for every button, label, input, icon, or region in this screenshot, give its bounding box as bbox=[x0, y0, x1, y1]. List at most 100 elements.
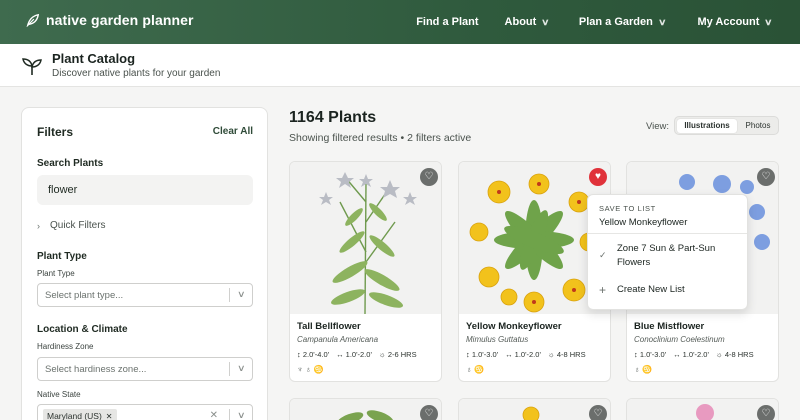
check-icon: ✓ bbox=[599, 250, 607, 260]
height-value: 2.0'-4.0' bbox=[302, 350, 330, 359]
nav-label: About bbox=[504, 16, 537, 28]
spread-value: 1.0'-2.0' bbox=[682, 350, 709, 359]
heart-icon[interactable]: ♥ bbox=[589, 168, 607, 186]
brand-name: native garden planner bbox=[46, 12, 194, 28]
plant-latin-name: Campanula Americana bbox=[297, 335, 379, 344]
spread-spec: ↔ 1.0'-2.0' bbox=[505, 350, 541, 359]
height-value: 1.0'-3.0' bbox=[639, 350, 667, 359]
plant-name: Blue Mistflower bbox=[634, 321, 705, 332]
height-icon: ↕ bbox=[466, 350, 470, 359]
plant-latin-name: Conoclinium Coelestinum bbox=[634, 335, 725, 344]
remove-chip-icon[interactable]: ✕ bbox=[106, 412, 113, 420]
native-state-select[interactable]: Maryland (US) ✕ ✕ ∨ bbox=[37, 404, 253, 420]
chevron-down-icon: ∨ bbox=[764, 16, 773, 27]
plant-card[interactable]: ♡ bbox=[626, 398, 779, 420]
plus-icon: + bbox=[599, 283, 607, 297]
hardiness-zone-select[interactable]: Select hardiness zone... ∨ bbox=[37, 357, 253, 381]
plant-specs: ↕ 1.0'-3.0' ↔ 1.0'-2.0' ☼ 4-8 HRS bbox=[466, 350, 586, 359]
clear-all-button[interactable]: Clear All bbox=[213, 126, 253, 137]
plant-count: 1164 Plants bbox=[289, 109, 377, 126]
plant-tags: ♁ ♋ bbox=[466, 365, 485, 374]
nav-plan-a-garden[interactable]: Plan a Garden ∨ bbox=[561, 16, 678, 28]
popup-heading: SAVE TO LIST bbox=[599, 204, 656, 213]
hardiness-label: Hardiness Zone bbox=[37, 342, 94, 351]
heart-icon[interactable]: ♡ bbox=[589, 405, 607, 420]
search-input[interactable]: flower bbox=[37, 175, 253, 205]
heart-icon[interactable]: ♡ bbox=[757, 168, 775, 186]
plant-type-label: Plant Type bbox=[37, 269, 75, 278]
popup-plant-name: Yellow Monkeyflower bbox=[599, 217, 688, 228]
list-name: Zone 7 Sun & Part-Sun Flowers bbox=[617, 243, 716, 268]
plant-illustration bbox=[290, 162, 441, 315]
sun-icon: ☼ bbox=[547, 350, 555, 359]
nav-label: My Account bbox=[697, 16, 760, 28]
plant-name: Yellow Monkeyflower bbox=[466, 321, 562, 332]
state-chip: Maryland (US) ✕ bbox=[43, 409, 117, 420]
nav-find-a-plant[interactable]: Find a Plant bbox=[404, 16, 492, 28]
plant-type-select[interactable]: Select plant type... ∨ bbox=[37, 283, 253, 307]
location-heading: Location & Climate bbox=[37, 324, 128, 335]
sun-icon: ☼ bbox=[715, 350, 723, 359]
spread-icon: ↔ bbox=[336, 350, 344, 359]
spread-spec: ↔ 1.0'-2.0' bbox=[336, 350, 372, 359]
nav-about[interactable]: About ∨ bbox=[493, 16, 561, 28]
sprout-icon bbox=[22, 58, 42, 75]
height-icon: ↕ bbox=[297, 350, 301, 359]
sun-spec: ☼ 4-8 HRS bbox=[716, 350, 754, 359]
clear-selection-icon[interactable]: ✕ bbox=[210, 410, 218, 420]
plant-illustration bbox=[459, 399, 610, 420]
brand-logo[interactable]: native garden planner bbox=[26, 12, 194, 28]
top-navbar: native garden planner Find a Plant About… bbox=[0, 0, 800, 44]
heart-icon[interactable]: ♡ bbox=[420, 168, 438, 186]
sun-icon: ☼ bbox=[378, 350, 386, 359]
state-chip-label: Maryland (US) bbox=[47, 411, 102, 420]
height-spec: ↕ 1.0'-3.0' bbox=[466, 350, 498, 359]
nav-label: Plan a Garden bbox=[578, 16, 653, 28]
plant-name: Tall Bellflower bbox=[297, 321, 361, 332]
plant-card[interactable]: ♡ bbox=[289, 398, 442, 420]
plant-illustration bbox=[290, 399, 441, 420]
chevron-down-icon: ∨ bbox=[541, 16, 550, 27]
select-divider bbox=[229, 409, 230, 420]
quick-filters-toggle[interactable]: › Quick Filters bbox=[37, 220, 106, 231]
plant-latin-name: Mimulus Guttatus bbox=[466, 335, 529, 344]
view-toggle: Illustrations Photos bbox=[674, 116, 779, 135]
page-subtitle: Discover native plants for your garden bbox=[52, 68, 221, 79]
chevron-down-icon: ∨ bbox=[237, 410, 246, 420]
create-list-label: Create New List bbox=[617, 284, 685, 295]
spread-spec: ↔ 1.0'-2.0' bbox=[673, 350, 709, 359]
height-icon: ↕ bbox=[634, 350, 638, 359]
filters-title: Filters bbox=[37, 125, 74, 139]
view-photos-button[interactable]: Photos bbox=[739, 119, 777, 133]
height-spec: ↕ 1.0'-3.0' bbox=[634, 350, 666, 359]
sun-spec: ☼ 2-6 HRS bbox=[379, 350, 417, 359]
heart-icon[interactable]: ♡ bbox=[420, 405, 438, 420]
plant-tags: ♆ ♁ ♋ bbox=[297, 365, 324, 374]
chevron-down-icon: ∨ bbox=[237, 289, 246, 299]
spread-icon: ↔ bbox=[673, 350, 681, 359]
filters-panel: Filters Clear All Search Plants flower ›… bbox=[21, 107, 268, 420]
plant-tags: ♁ ♋ bbox=[634, 365, 653, 374]
nav-my-account[interactable]: My Account ∨ bbox=[677, 16, 800, 28]
save-to-list-popup: SAVE TO LIST Yellow Monkeyflower ✓ Zone … bbox=[587, 194, 748, 310]
plant-specs: ↕ 1.0'-3.0' ↔ 1.0'-2.0' ☼ 4-8 HRS bbox=[634, 350, 754, 359]
chevron-down-icon: ∨ bbox=[657, 16, 667, 27]
spread-icon: ↔ bbox=[505, 350, 513, 359]
nav-label: Find a Plant bbox=[416, 16, 479, 28]
spread-value: 1.0'-2.0' bbox=[345, 350, 372, 359]
view-label: View: bbox=[646, 121, 670, 132]
plant-card[interactable]: ♡ bbox=[458, 398, 611, 420]
leaf-icon bbox=[26, 13, 40, 27]
results-summary: Showing filtered results • 2 filters act… bbox=[289, 132, 472, 144]
view-illustrations-button[interactable]: Illustrations bbox=[677, 119, 737, 133]
hardiness-placeholder: Select hardiness zone... bbox=[45, 364, 147, 375]
height-value: 1.0'-3.0' bbox=[471, 350, 499, 359]
page-header: Plant Catalog Discover native plants for… bbox=[0, 44, 800, 87]
native-state-label: Native State bbox=[37, 390, 81, 399]
heart-icon[interactable]: ♡ bbox=[757, 405, 775, 420]
sun-value: 4-8 HRS bbox=[724, 350, 754, 359]
quick-filters-label: Quick Filters bbox=[50, 220, 106, 231]
plant-card[interactable]: ♡ Tall Bellflower Campanula Americana ↕ … bbox=[289, 161, 442, 382]
height-spec: ↕ 2.0'-4.0' bbox=[297, 350, 329, 359]
spread-value: 1.0'-2.0' bbox=[514, 350, 541, 359]
